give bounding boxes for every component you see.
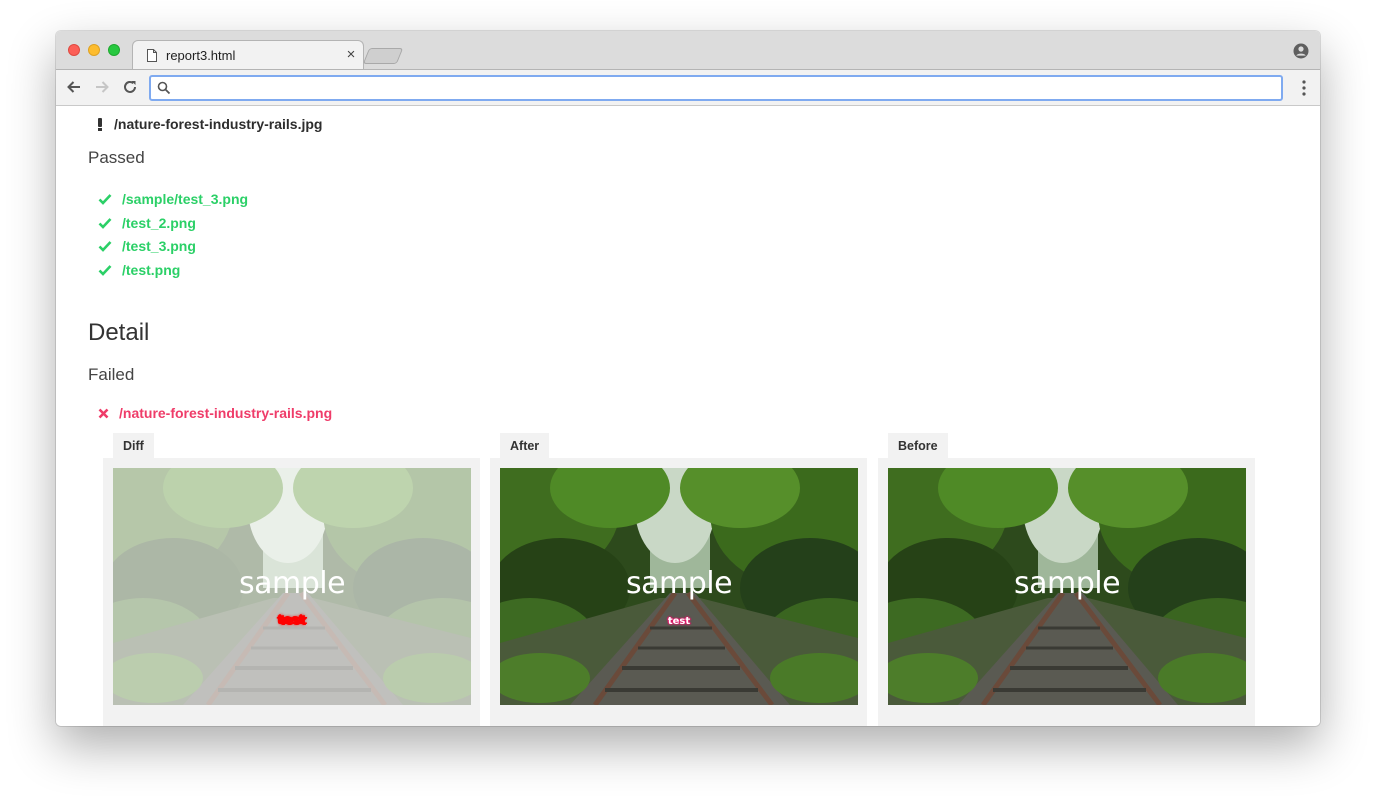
warning-item: /nature-forest-industry-rails.jpg <box>98 116 322 132</box>
list-item[interactable]: /test_3.png <box>98 234 248 258</box>
before-panel: Before sample <box>878 433 1255 726</box>
back-arrow-icon[interactable] <box>65 78 83 96</box>
diff-panel: Diff sample test <box>103 433 480 726</box>
image-overlay-marker: test <box>500 616 858 627</box>
panel-body: sample test <box>103 458 480 726</box>
detail-heading: Detail <box>88 319 150 346</box>
warning-file-name: /nature-forest-industry-rails.jpg <box>114 116 323 132</box>
passed-list: /sample/test_3.png /test_2.png /test_3.p… <box>98 187 248 282</box>
reload-icon[interactable] <box>121 78 139 96</box>
list-item[interactable]: /test_2.png <box>98 211 248 235</box>
passed-file-name: /sample/test_3.png <box>122 190 249 207</box>
tab-title: report3.html <box>166 48 236 63</box>
diff-marker-text: test <box>278 613 306 627</box>
address-bar[interactable] <box>149 75 1283 101</box>
exclamation-icon <box>98 117 102 131</box>
check-icon <box>98 265 112 276</box>
tab-close-icon[interactable]: × <box>343 46 359 63</box>
address-input[interactable] <box>177 79 1275 97</box>
check-icon <box>98 193 112 205</box>
passed-file-name: /test_2.png <box>122 214 196 231</box>
browser-tab[interactable]: report3.html × <box>132 40 364 70</box>
panel-tab-diff[interactable]: Diff <box>113 433 154 459</box>
panel-body: sample <box>878 458 1255 726</box>
diff-image: sample test <box>113 468 471 705</box>
close-window-button[interactable] <box>68 44 80 56</box>
toolbar <box>56 69 1320 106</box>
image-overlay-title: sample <box>625 566 733 601</box>
before-image: sample <box>888 468 1246 705</box>
passed-file-name: /test.png <box>122 261 181 278</box>
panel-tab-before[interactable]: Before <box>888 433 948 459</box>
passed-file-name: /test_3.png <box>122 238 196 255</box>
failed-heading: Failed <box>88 365 135 384</box>
browser-window: report3.html × /nature-forest-industry-r… <box>56 31 1320 726</box>
panel-tab-after[interactable]: After <box>500 433 550 459</box>
check-icon <box>98 241 112 253</box>
image-overlay-title: sample <box>238 566 346 601</box>
maximize-window-button[interactable] <box>108 44 120 56</box>
check-icon <box>98 217 112 229</box>
cross-icon <box>98 408 109 418</box>
forward-arrow-icon[interactable] <box>93 78 111 96</box>
failed-file-name: /nature-forest-industry-rails.png <box>119 405 333 421</box>
list-item[interactable]: /sample/test_3.png <box>98 187 248 211</box>
kebab-menu-icon[interactable] <box>1302 80 1306 96</box>
image-overlay-title: sample <box>1013 566 1121 601</box>
failed-item[interactable]: /nature-forest-industry-rails.png <box>98 405 332 421</box>
panel-body: sample test <box>490 458 867 726</box>
title-bar: report3.html × <box>56 31 1320 70</box>
diff-marker: test <box>113 613 471 627</box>
new-tab-button[interactable] <box>362 48 404 64</box>
overlay-marker-text: test <box>667 616 691 627</box>
page-viewport: /nature-forest-industry-rails.jpg Passed… <box>56 106 1320 726</box>
after-panel: After sample test <box>490 433 867 726</box>
passed-heading: Passed <box>88 148 145 167</box>
file-icon <box>147 49 157 62</box>
minimize-window-button[interactable] <box>88 44 100 56</box>
search-icon <box>157 81 171 95</box>
after-image: sample test <box>500 468 858 705</box>
list-item[interactable]: /test.png <box>98 258 248 282</box>
profile-icon[interactable] <box>1293 43 1309 59</box>
